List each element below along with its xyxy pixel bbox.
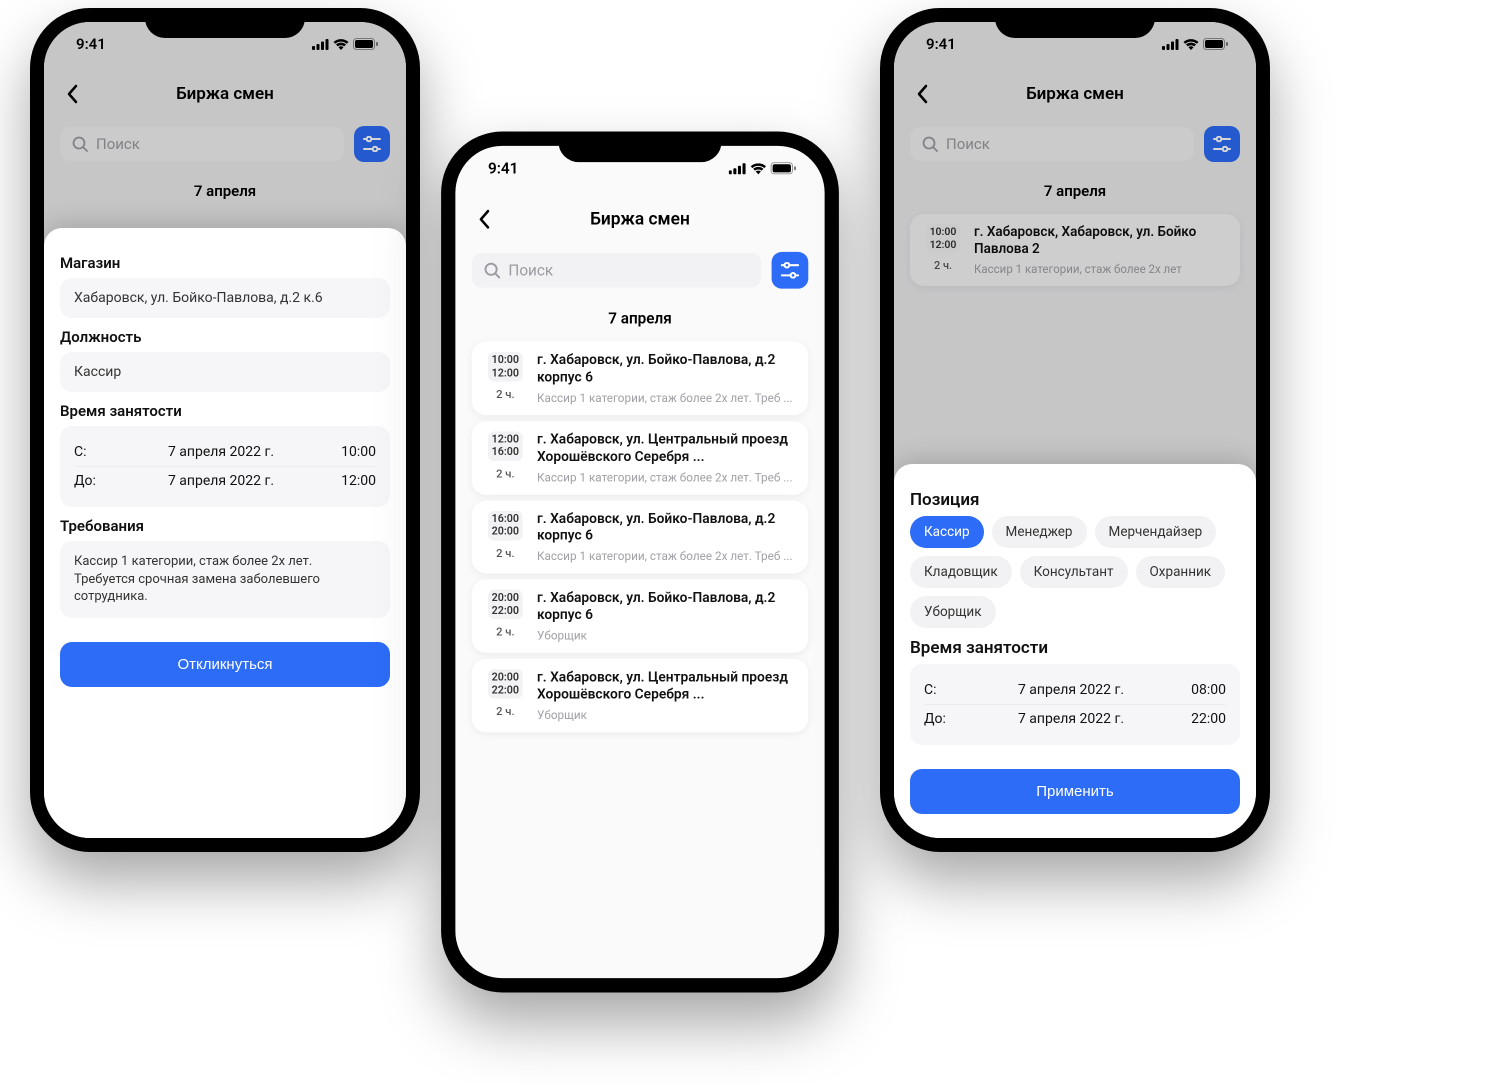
status-time: 9:41 (488, 159, 518, 177)
status-indicators (729, 162, 796, 174)
time-to-value: 22:00 (1174, 711, 1226, 727)
shift-end: 20:00 (492, 525, 519, 538)
shift-duration: 2 ч. (496, 626, 514, 639)
search-input[interactable]: Поиск (472, 253, 762, 288)
shift-start: 20:00 (492, 671, 519, 684)
filter-bottom-sheet: Позиция КассирМенеджерМерчендайзер Кладов… (894, 464, 1256, 838)
time-to-value: 12:00 (324, 473, 376, 489)
shift-address: г. Хабаровск, ул. Бойко-Павлова, д.2 кор… (537, 590, 796, 624)
time-from-row[interactable]: С: 7 апреля 2022 г. 08:00 (924, 676, 1226, 704)
shift-card[interactable]: 20:00 22:00 2 ч. г. Хабаровск, ул. Центр… (472, 659, 809, 732)
battery-icon (771, 162, 797, 174)
time-from-date: 7 апреля 2022 г. (118, 444, 324, 460)
time-from-label: С: (74, 444, 118, 460)
time-from-value: 10:00 (324, 444, 376, 460)
label-position: Должность (60, 328, 390, 346)
shift-end: 12:00 (492, 367, 519, 380)
shift-times: 12:00 16:00 2 ч. (484, 431, 527, 484)
device-notch (145, 8, 305, 38)
time-to-label: До: (74, 473, 118, 489)
phone-mockup-list: 9:41 Биржа смен Поиск 7 апреля (441, 132, 839, 993)
screen: 9:41 Биржа смен Поиск (44, 22, 406, 838)
position-chip[interactable]: Консультант (1020, 556, 1128, 588)
shift-duration: 2 ч. (496, 546, 514, 559)
shift-card[interactable]: 10:00 12:00 2 ч. г. Хабаровск, ул. Бойко… (472, 342, 809, 415)
time-from-value: 08:00 (1174, 682, 1226, 698)
label-requirements: Требования (60, 517, 390, 535)
shift-card[interactable]: 20:00 22:00 2 ч. г. Хабаровск, ул. Бойко… (472, 580, 809, 653)
position-chip-row: КассирМенеджерМерчендайзер КладовщикКонсу… (910, 516, 1240, 628)
chevron-left-icon (478, 209, 490, 229)
back-button[interactable] (464, 199, 505, 240)
search-placeholder: Поиск (508, 261, 553, 279)
search-row: Поиск (455, 248, 824, 301)
time-to-date: 7 апреля 2022 г. (118, 473, 324, 489)
sliders-icon (781, 262, 799, 278)
shift-subtitle: Уборщик (537, 628, 796, 642)
shift-address: г. Хабаровск, ул. Центральный проезд Хор… (537, 431, 796, 465)
shift-subtitle: Уборщик (537, 708, 796, 722)
field-store[interactable]: Хабаровск, ул. Бойко-Павлова, д.2 к.6 (60, 278, 390, 318)
position-chip[interactable]: Уборщик (910, 596, 996, 628)
shift-address: г. Хабаровск, ул. Бойко-Павлова, д.2 кор… (537, 352, 796, 386)
phone-mockup-filter: 9:41 Биржа смен Поиск (880, 8, 1270, 852)
shift-duration: 2 ч. (496, 467, 514, 480)
nav-bar: Биржа смен (455, 191, 824, 248)
page-title: Биржа смен (455, 209, 824, 229)
shift-subtitle: Кассир 1 категории, стаж более 2х лет. Т… (537, 470, 796, 484)
time-to-row[interactable]: До: 7 апреля 2022 г. 12:00 (74, 466, 376, 495)
date-header: 7 апреля (455, 301, 824, 336)
shift-subtitle: Кассир 1 категории, стаж более 2х лет. Т… (537, 549, 796, 563)
time-from-label: С: (924, 682, 968, 698)
apply-shift-button[interactable]: Откликнуться (60, 642, 390, 687)
search-icon (484, 262, 500, 278)
cellular-icon (729, 163, 746, 174)
shift-list: 10:00 12:00 2 ч. г. Хабаровск, ул. Бойко… (455, 342, 824, 732)
position-chip[interactable]: Кассир (910, 516, 984, 548)
shift-times: 20:00 22:00 2 ч. (484, 590, 527, 643)
time-range-box: С: 7 апреля 2022 г. 08:00 До: 7 апреля 2… (910, 664, 1240, 745)
label-time: Время занятости (60, 402, 390, 420)
shift-times: 10:00 12:00 2 ч. (484, 352, 527, 405)
shift-subtitle: Кассир 1 категории, стаж более 2х лет. Т… (537, 390, 796, 404)
shift-times: 20:00 22:00 2 ч. (484, 669, 527, 722)
label-time: Время занятости (910, 638, 1240, 658)
detail-bottom-sheet: Магазин Хабаровск, ул. Бойко-Павлова, д.… (44, 228, 406, 838)
shift-card[interactable]: 12:00 16:00 2 ч. г. Хабаровск, ул. Центр… (472, 421, 809, 494)
shift-end: 22:00 (492, 605, 519, 618)
time-range-box: С: 7 апреля 2022 г. 10:00 До: 7 апреля 2… (60, 426, 390, 507)
field-position[interactable]: Кассир (60, 352, 390, 392)
position-chip[interactable]: Мерчендайзер (1095, 516, 1217, 548)
shift-times: 16:00 20:00 2 ч. (484, 510, 527, 563)
shift-end: 16:00 (492, 446, 519, 459)
position-chip[interactable]: Кладовщик (910, 556, 1012, 588)
shift-start: 20:00 (492, 592, 519, 605)
phone-mockup-detail: 9:41 Биржа смен Поиск (30, 8, 420, 852)
apply-filter-button[interactable]: Применить (910, 769, 1240, 814)
device-notch (558, 132, 721, 163)
shift-start: 10:00 (492, 354, 519, 367)
shift-address: г. Хабаровск, ул. Центральный проезд Хор… (537, 669, 796, 703)
label-position: Позиция (910, 490, 1240, 510)
shift-duration: 2 ч. (496, 388, 514, 401)
time-to-date: 7 апреля 2022 г. (968, 711, 1174, 727)
wifi-icon (750, 163, 766, 174)
shift-address: г. Хабаровск, ул. Бойко-Павлова, д.2 кор… (537, 510, 796, 544)
field-requirements: Кассир 1 категории, стаж более 2х лет. Т… (60, 541, 390, 618)
screen: 9:41 Биржа смен Поиск (894, 22, 1256, 838)
filter-button[interactable] (772, 252, 809, 289)
time-to-label: До: (924, 711, 968, 727)
shift-duration: 2 ч. (496, 705, 514, 718)
time-from-row[interactable]: С: 7 апреля 2022 г. 10:00 (74, 438, 376, 466)
time-to-row[interactable]: До: 7 апреля 2022 г. 22:00 (924, 704, 1226, 733)
time-from-date: 7 апреля 2022 г. (968, 682, 1174, 698)
position-chip[interactable]: Менеджер (992, 516, 1087, 548)
device-notch (995, 8, 1155, 38)
label-store: Магазин (60, 254, 390, 272)
screen: 9:41 Биржа смен Поиск 7 апреля (455, 146, 824, 978)
position-chip[interactable]: Охранник (1136, 556, 1226, 588)
shift-card[interactable]: 16:00 20:00 2 ч. г. Хабаровск, ул. Бойко… (472, 500, 809, 573)
shift-end: 22:00 (492, 684, 519, 697)
